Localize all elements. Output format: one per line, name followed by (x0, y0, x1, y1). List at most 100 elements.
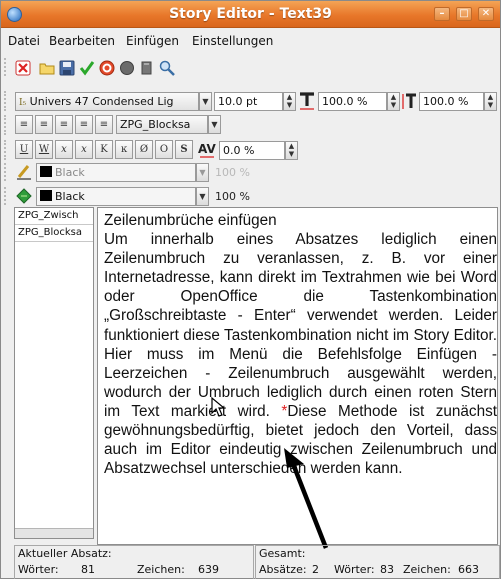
stroke-color-value: Black (55, 166, 85, 179)
toolbar-grip[interactable] (4, 187, 10, 205)
words-count: 83 (380, 563, 394, 576)
horizontal-scale-field[interactable]: 100.0 % (318, 92, 387, 111)
save-icon[interactable] (59, 60, 75, 76)
chevron-down-icon[interactable]: ▼ (196, 187, 209, 206)
paragraphs-count: 2 (312, 563, 319, 576)
underline-button[interactable]: U (15, 140, 33, 159)
chevron-down-icon[interactable]: ▼ (199, 92, 212, 111)
story-editor-window: Story Editor - Text39 – □ ✕ Datei Bearbe… (0, 0, 501, 579)
fill-color-combo[interactable]: Black (36, 187, 196, 206)
window-title: Story Editor - Text39 (169, 6, 332, 22)
stroke-shade-value[interactable]: 100 % (215, 166, 250, 179)
stroke-pen-icon (17, 165, 31, 180)
maximize-button[interactable]: □ (456, 7, 472, 21)
paragraph-toolbar: ≡ ≡ ≡ ≡ ≡ ZPG_Blocksa ▼ (1, 113, 500, 137)
title-bar[interactable]: Story Editor - Text39 – □ ✕ (1, 1, 500, 28)
stroke-color-toolbar: Black ▼ 100 % (1, 161, 500, 183)
fill-color-value: Black (55, 190, 85, 203)
search-replace-icon[interactable] (159, 60, 175, 76)
shadow-button[interactable]: S (175, 140, 193, 159)
reload-icon[interactable] (99, 60, 115, 76)
menu-einfuegen[interactable]: Einfügen (126, 34, 179, 48)
vertical-scale-field[interactable]: 100.0 % (419, 92, 484, 111)
toolbar-grip[interactable] (4, 58, 10, 76)
horizontal-scale-icon (300, 92, 314, 110)
fill-color-toolbar: Black ▼ 100 % (1, 185, 500, 207)
paragraph-text: Um innerhalb eines Absatzes lediglich ei… (104, 231, 497, 420)
chars-label: Zeichen: (403, 563, 451, 576)
align-center-button[interactable]: ≡ (35, 115, 53, 134)
paragraphs-label: Absätze: (259, 563, 307, 576)
chars-label: Zeichen: (137, 563, 185, 576)
editor-text: Zeilenumbrüche einfügen Um innerhalb ein… (104, 211, 497, 478)
toolbar-grip[interactable] (4, 163, 10, 181)
list-item[interactable]: ZPG_Blocksa (15, 225, 93, 242)
toolbar-grip[interactable] (4, 91, 10, 111)
underline-words-button[interactable]: W (35, 140, 53, 159)
horizontal-scale-spinner[interactable]: ▲ ▼ (387, 92, 400, 111)
chevron-down-icon[interactable]: ▼ (208, 115, 221, 134)
text-editor[interactable]: Zeilenumbrüche einfügen Um innerhalb ein… (97, 207, 498, 549)
small-caps-button[interactable]: ĸ (115, 140, 133, 159)
clear-icon[interactable] (15, 60, 31, 76)
status-bar: Aktueller Absatz: Wörter: 81 Zeichen: 63… (14, 545, 500, 579)
current-paragraph-stats: Aktueller Absatz: Wörter: 81 Zeichen: 63… (14, 545, 254, 579)
toolbar-grip[interactable] (4, 115, 10, 135)
tracking-icon: AV (198, 142, 216, 158)
words-count: 81 (81, 563, 95, 576)
horizontal-scrollbar[interactable] (15, 528, 93, 538)
apply-checkmark-icon[interactable] (79, 60, 95, 76)
menu-bar: Datei Bearbeiten Einfügen Einstellungen (1, 30, 500, 52)
current-paragraph-label: Aktueller Absatz: (18, 547, 112, 560)
font-type-icon: Ⅰ₅ (19, 98, 27, 108)
paragraph-style-combo[interactable]: ZPG_Blocksa (116, 115, 208, 134)
superscript-button[interactable]: x (75, 140, 93, 159)
tracking-field[interactable]: 0.0 % (219, 141, 285, 160)
chevron-down-icon[interactable]: ▼ (196, 163, 209, 182)
effects-toolbar: U W x x K ĸ Ø O S AV 0.0 % ▲ ▼ (1, 138, 500, 162)
record-icon[interactable] (119, 60, 135, 76)
align-left-button[interactable]: ≡ (15, 115, 33, 134)
font-family-value: Univers 47 Condensed Lig (29, 95, 174, 108)
color-swatch (40, 190, 52, 201)
chars-count: 639 (198, 563, 219, 576)
list-item[interactable]: ZPG_Zwisch (15, 208, 93, 225)
mouse-cursor-icon (211, 396, 226, 417)
paragraph-style-list: ZPG_Zwisch ZPG_Blocksa (14, 207, 94, 539)
strike-through-button[interactable]: Ø (135, 140, 153, 159)
menu-datei[interactable]: Datei (8, 34, 40, 48)
minimize-button[interactable]: – (434, 7, 450, 21)
main-toolbar (1, 55, 500, 79)
menu-bearbeiten[interactable]: Bearbeiten (49, 34, 115, 48)
outline-button[interactable]: O (155, 140, 173, 159)
total-stats: Gesamt: Absätze: 2 Wörter: 83 Zeichen: 6… (255, 545, 500, 579)
total-label: Gesamt: (259, 547, 306, 560)
align-forced-button[interactable]: ≡ (95, 115, 113, 134)
vertical-scale-icon (402, 93, 416, 109)
stroke-color-combo[interactable]: Black (36, 163, 196, 182)
chars-count: 663 (458, 563, 479, 576)
align-justify-button[interactable]: ≡ (75, 115, 93, 134)
close-button[interactable]: ✕ (478, 7, 494, 21)
editor-heading: Zeilenumbrüche einfügen (104, 212, 277, 229)
words-label: Wörter: (334, 563, 375, 576)
menu-einstellungen[interactable]: Einstellungen (192, 34, 273, 48)
toolbar-grip[interactable] (4, 140, 10, 160)
subscript-button[interactable]: x (55, 140, 73, 159)
book-icon[interactable] (139, 60, 155, 76)
align-right-button[interactable]: ≡ (55, 115, 73, 134)
font-toolbar: Ⅰ₅ Univers 47 Condensed Lig ▼ 10.0 pt ▲ ▼… (1, 89, 500, 113)
words-label: Wörter: (18, 563, 59, 576)
editor-paragraph: Um innerhalb eines Absatzes lediglich ei… (104, 230, 497, 478)
font-size-spinner[interactable]: ▲ ▼ (283, 92, 296, 111)
fill-shade-value[interactable]: 100 % (215, 190, 250, 203)
annotation-arrow-icon (284, 448, 329, 549)
all-caps-button[interactable]: K (95, 140, 113, 159)
svg-text:AV: AV (198, 142, 216, 156)
vertical-scale-spinner[interactable]: ▲ ▼ (484, 92, 497, 111)
font-size-field[interactable]: 10.0 pt (214, 92, 283, 111)
open-icon[interactable] (39, 60, 55, 76)
fill-bucket-icon (16, 188, 32, 204)
font-family-combo[interactable]: Ⅰ₅ Univers 47 Condensed Lig (15, 92, 199, 111)
tracking-spinner[interactable]: ▲ ▼ (285, 141, 298, 160)
